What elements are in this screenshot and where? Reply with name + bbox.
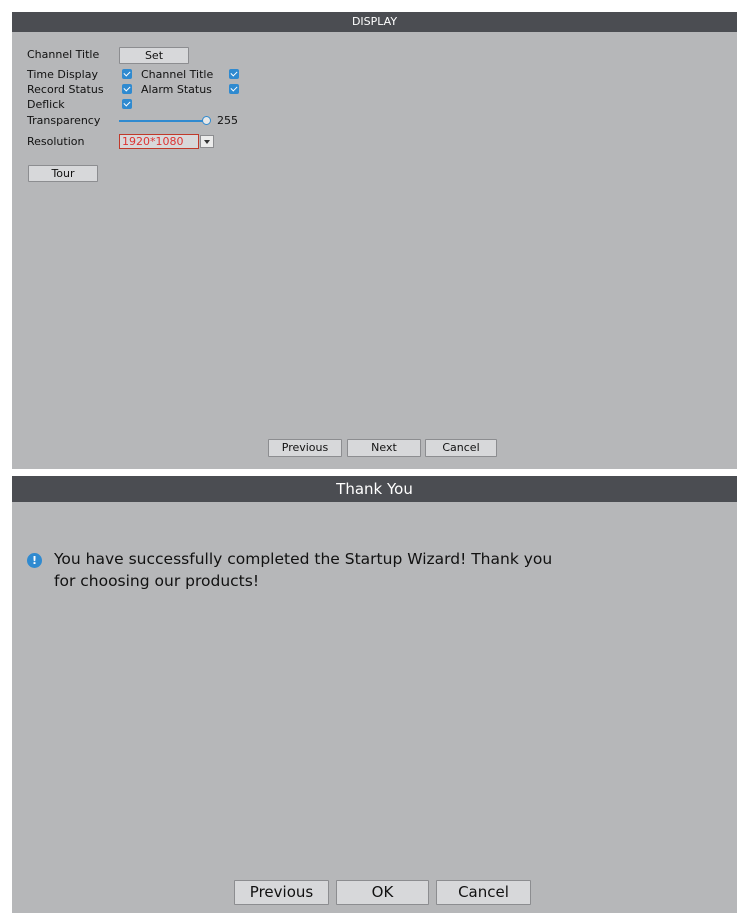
ok-button[interactable]: OK	[336, 880, 429, 905]
info-icon: !	[27, 553, 42, 568]
thank-you-panel: Thank You ! You have successfully comple…	[12, 476, 737, 913]
next-button[interactable]: Next	[347, 439, 421, 457]
deflick-row: Deflick	[27, 97, 327, 112]
record-status-checkbox[interactable]	[122, 84, 132, 94]
completion-message: You have successfully completed the Star…	[54, 548, 552, 592]
time-display-row: Time Display Channel Title	[27, 67, 327, 82]
record-status-label: Record Status	[27, 83, 104, 96]
transparency-value: 255	[217, 114, 238, 127]
channel-title-checkbox[interactable]	[229, 69, 239, 79]
transparency-row: Transparency 255	[27, 113, 327, 128]
time-display-checkbox[interactable]	[122, 69, 132, 79]
transparency-slider-track	[119, 120, 203, 122]
deflick-checkbox[interactable]	[122, 99, 132, 109]
cancel-button[interactable]: Cancel	[436, 880, 531, 905]
chevron-down-icon[interactable]	[200, 135, 214, 148]
transparency-label: Transparency	[27, 114, 101, 127]
resolution-select[interactable]: 1920*1080	[119, 134, 215, 149]
resolution-value: 1920*1080	[119, 134, 199, 149]
thank-you-title: Thank You	[12, 476, 737, 502]
previous-button[interactable]: Previous	[268, 439, 342, 457]
time-display-label: Time Display	[27, 68, 98, 81]
channel-title-toggle-label: Channel Title	[141, 68, 214, 81]
cancel-button[interactable]: Cancel	[425, 439, 497, 457]
transparency-slider-knob[interactable]	[202, 116, 211, 125]
resolution-row: Resolution 1920*1080	[27, 133, 327, 150]
channel-title-label: Channel Title	[27, 48, 100, 61]
display-panel: DISPLAY Channel Title Set Time Display C…	[12, 12, 737, 469]
transparency-slider[interactable]	[119, 113, 211, 128]
alarm-status-checkbox[interactable]	[229, 84, 239, 94]
set-button[interactable]: Set	[119, 47, 189, 64]
channel-title-row: Channel Title Set	[27, 47, 327, 64]
alarm-status-label: Alarm Status	[141, 83, 212, 96]
previous-button[interactable]: Previous	[234, 880, 329, 905]
record-status-row: Record Status Alarm Status	[27, 82, 327, 97]
tour-button[interactable]: Tour	[28, 165, 98, 182]
completion-message-line2: for choosing our products!	[54, 572, 260, 590]
display-title: DISPLAY	[12, 12, 737, 32]
resolution-label: Resolution	[27, 135, 85, 148]
deflick-label: Deflick	[27, 98, 65, 111]
completion-message-line1: You have successfully completed the Star…	[54, 550, 553, 568]
